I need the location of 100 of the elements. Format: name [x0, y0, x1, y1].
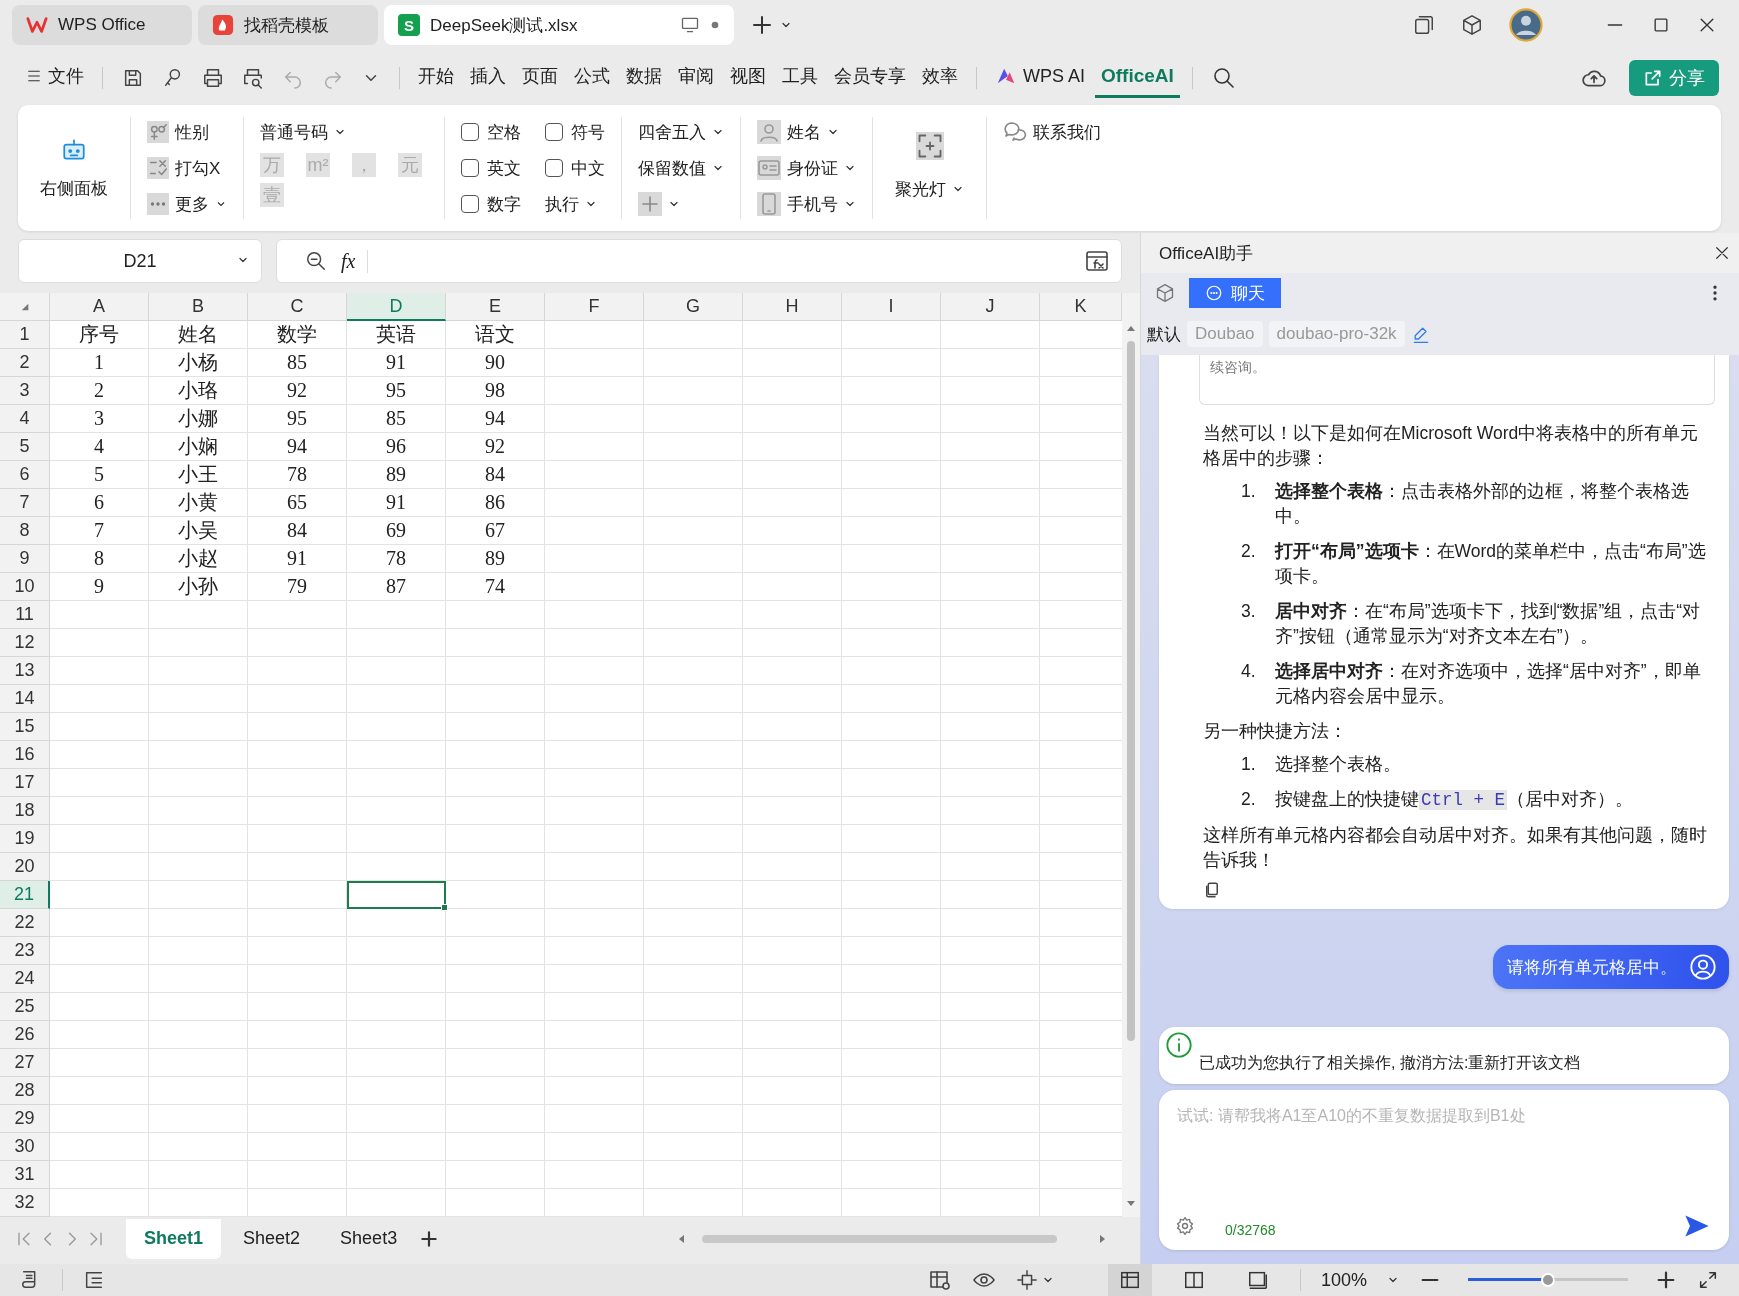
- table-cell[interactable]: 小珞: [149, 377, 248, 405]
- menu-tab[interactable]: 审阅: [672, 57, 720, 98]
- document-tab[interactable]: 找稻壳模板: [198, 5, 378, 45]
- menu-tab[interactable]: 效率: [916, 57, 964, 98]
- add-sheet-icon[interactable]: [419, 1228, 440, 1249]
- cube-icon[interactable]: [1461, 14, 1483, 36]
- table-cell[interactable]: 69: [347, 517, 446, 545]
- rounding-dropdown[interactable]: 保留数值: [638, 153, 724, 183]
- row-header[interactable]: 23: [0, 937, 50, 965]
- table-cell[interactable]: 小孙: [149, 573, 248, 601]
- row-header[interactable]: 1: [0, 321, 50, 349]
- table-cell[interactable]: 67: [446, 517, 545, 545]
- row-header[interactable]: 27: [0, 1049, 50, 1077]
- table-cell[interactable]: 95: [347, 377, 446, 405]
- table-cell[interactable]: 91: [347, 349, 446, 377]
- row-header[interactable]: 4: [0, 405, 50, 433]
- row-header[interactable]: 26: [0, 1021, 50, 1049]
- row-header[interactable]: 14: [0, 685, 50, 713]
- fullscreen-icon[interactable]: [1697, 1269, 1719, 1291]
- select-all-icon[interactable]: [19, 301, 30, 312]
- row-header[interactable]: 9: [0, 545, 50, 573]
- table-cell[interactable]: 9: [50, 573, 149, 601]
- print-preview-icon[interactable]: [242, 66, 264, 89]
- table-cell[interactable]: 96: [347, 433, 446, 461]
- zoom-in-icon[interactable]: [1655, 1269, 1677, 1291]
- row-header[interactable]: 11: [0, 601, 50, 629]
- row-header[interactable]: 13: [0, 657, 50, 685]
- active-cell[interactable]: [347, 881, 446, 909]
- table-cell[interactable]: 小王: [149, 461, 248, 489]
- print-icon[interactable]: [202, 66, 224, 89]
- contact-button[interactable]: 联系我们: [1003, 117, 1101, 147]
- menu-tab[interactable]: OfficeAI: [1095, 57, 1180, 98]
- mask-dropdown[interactable]: 姓名: [757, 117, 856, 147]
- row-header[interactable]: 25: [0, 993, 50, 1021]
- table-cell[interactable]: 小杨: [149, 349, 248, 377]
- table-cell[interactable]: 小赵: [149, 545, 248, 573]
- table-cell[interactable]: 92: [446, 433, 545, 461]
- mask-dropdown[interactable]: 手机号: [757, 189, 856, 219]
- column-header[interactable]: K: [1040, 293, 1122, 321]
- table-cell[interactable]: 序号: [50, 321, 149, 349]
- table-cell[interactable]: 1: [50, 349, 149, 377]
- row-header[interactable]: 28: [0, 1077, 50, 1105]
- window-icon[interactable]: [1413, 14, 1435, 36]
- row-header[interactable]: 18: [0, 797, 50, 825]
- menu-tab[interactable]: 公式: [568, 57, 616, 98]
- row-header[interactable]: 6: [0, 461, 50, 489]
- row-header[interactable]: 24: [0, 965, 50, 993]
- row-header[interactable]: 15: [0, 713, 50, 741]
- row-header[interactable]: 16: [0, 741, 50, 769]
- column-header[interactable]: C: [248, 293, 347, 321]
- table-cell[interactable]: 89: [347, 461, 446, 489]
- name-box[interactable]: D21: [18, 239, 262, 283]
- zoom-icon[interactable]: [305, 250, 327, 272]
- menu-tab[interactable]: 页面: [516, 57, 564, 98]
- table-cell[interactable]: 92: [248, 377, 347, 405]
- zoom-level[interactable]: 100%: [1320, 1269, 1367, 1291]
- table-cell[interactable]: 小娜: [149, 405, 248, 433]
- row-header[interactable]: 12: [0, 629, 50, 657]
- checkbox[interactable]: [545, 123, 563, 141]
- sheet-tab[interactable]: Sheet3: [322, 1218, 416, 1259]
- avatar-icon[interactable]: [1509, 8, 1543, 42]
- checkbox[interactable]: [461, 123, 479, 141]
- table-cell[interactable]: 8: [50, 545, 149, 573]
- number-format-dropdown[interactable]: 普通号码: [260, 117, 428, 147]
- table-settings-icon[interactable]: [927, 1268, 952, 1292]
- table-cell[interactable]: 85: [347, 405, 446, 433]
- table-cell[interactable]: 78: [248, 461, 347, 489]
- slider-thumb[interactable]: [1541, 1273, 1555, 1287]
- document-tab[interactable]: S DeepSeek测试.xlsx: [384, 5, 734, 45]
- mask-dropdown[interactable]: 身份证: [757, 153, 856, 183]
- table-cell[interactable]: 94: [248, 433, 347, 461]
- table-cell[interactable]: 英语: [347, 321, 446, 349]
- row-header[interactable]: 22: [0, 909, 50, 937]
- table-cell[interactable]: 91: [248, 545, 347, 573]
- table-cell[interactable]: 74: [446, 573, 545, 601]
- copy-icon[interactable]: [1203, 881, 1221, 899]
- table-cell[interactable]: 65: [248, 489, 347, 517]
- menu-tab[interactable]: 会员专享: [828, 57, 912, 98]
- menu-tab[interactable]: 开始: [412, 57, 460, 98]
- column-header[interactable]: E: [446, 293, 545, 321]
- table-cell[interactable]: 小吴: [149, 517, 248, 545]
- table-cell[interactable]: 4: [50, 433, 149, 461]
- menu-tab[interactable]: 工具: [776, 57, 824, 98]
- table-cell[interactable]: 语文: [446, 321, 545, 349]
- table-cell[interactable]: 5: [50, 461, 149, 489]
- table-cell[interactable]: 3: [50, 405, 149, 433]
- row-header[interactable]: 7: [0, 489, 50, 517]
- table-cell[interactable]: 7: [50, 517, 149, 545]
- monitor-icon[interactable]: [680, 15, 700, 35]
- table-cell[interactable]: 数学: [248, 321, 347, 349]
- row-header[interactable]: 2: [0, 349, 50, 377]
- table-cell[interactable]: 84: [446, 461, 545, 489]
- search-icon[interactable]: [1211, 65, 1236, 90]
- function-panel-icon[interactable]: [1085, 249, 1109, 273]
- row-header[interactable]: 30: [0, 1133, 50, 1161]
- ribbon-button[interactable]: 性别: [147, 117, 227, 147]
- view-button[interactable]: [1107, 1264, 1152, 1296]
- row-header[interactable]: 20: [0, 853, 50, 881]
- row-header[interactable]: 10: [0, 573, 50, 601]
- row-header[interactable]: 19: [0, 825, 50, 853]
